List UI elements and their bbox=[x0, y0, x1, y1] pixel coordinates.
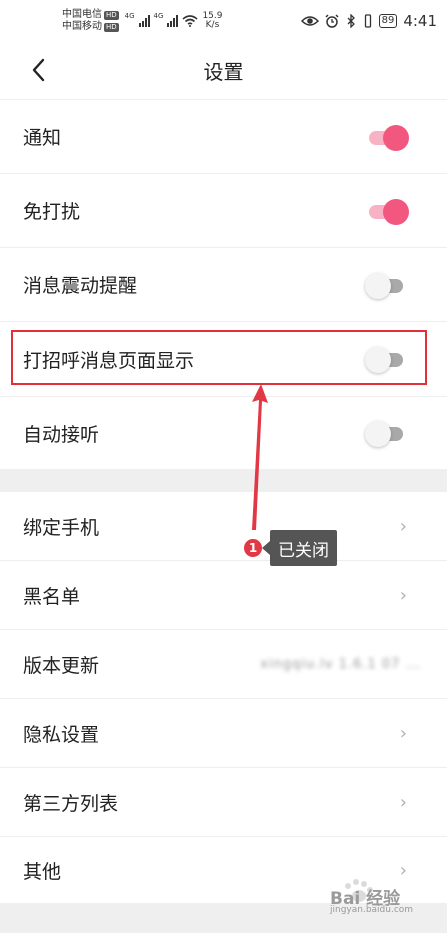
step-badge: 1 bbox=[243, 538, 263, 558]
signal-1-icon bbox=[138, 15, 150, 27]
setting-label: 黑名单 bbox=[23, 585, 81, 608]
setting-row-auto-answer[interactable]: 自动接听 bbox=[0, 396, 447, 469]
alarm-icon bbox=[325, 14, 339, 28]
signal-2-icon bbox=[167, 15, 179, 27]
eye-icon bbox=[300, 16, 319, 26]
carrier-1-label: 中国电信 bbox=[62, 9, 102, 20]
clock-time: 4:41 bbox=[403, 12, 437, 30]
annotation-callout: 已关闭 bbox=[262, 530, 337, 566]
chevron-right-icon: › bbox=[399, 515, 407, 537]
back-arrow-icon[interactable] bbox=[26, 56, 54, 84]
carrier-info: 中国电信 HD 中国移动 HD bbox=[62, 9, 119, 33]
do-not-disturb-toggle[interactable] bbox=[367, 198, 409, 225]
setting-label: 其他 bbox=[23, 860, 62, 883]
wifi-icon bbox=[182, 15, 198, 27]
carrier-2-label: 中国移动 bbox=[62, 21, 102, 32]
setting-row-blacklist[interactable]: 黑名单 › bbox=[0, 560, 447, 629]
signal-indicators: 4G 4G 15.9 K/s bbox=[125, 12, 301, 30]
setting-row-vibration[interactable]: 消息震动提醒 bbox=[0, 247, 447, 321]
highlight-box bbox=[11, 330, 427, 385]
setting-label: 自动接听 bbox=[23, 423, 100, 446]
setting-row-privacy[interactable]: 隐私设置 › bbox=[0, 698, 447, 767]
auto-answer-toggle[interactable] bbox=[365, 421, 407, 447]
page-title: 设置 bbox=[203, 59, 244, 84]
setting-label: 通知 bbox=[23, 127, 62, 149]
setting-row-third-party[interactable]: 第三方列表 › bbox=[0, 767, 447, 836]
setting-label: 消息震动提醒 bbox=[23, 275, 138, 297]
chevron-right-icon: › bbox=[399, 722, 407, 744]
section-divider bbox=[0, 469, 447, 491]
setting-label: 隐私设置 bbox=[23, 723, 100, 746]
setting-row-notification[interactable]: 通知 bbox=[0, 99, 447, 173]
setting-label: 绑定手机 bbox=[23, 516, 100, 539]
network-1-label: 4G bbox=[124, 12, 135, 20]
setting-row-bind-phone[interactable]: 绑定手机 › bbox=[0, 491, 447, 560]
status-bar: 中国电信 HD 中国移动 HD 4G 4G 15.9 K/s 89 4:41 bbox=[0, 0, 447, 42]
notification-toggle[interactable] bbox=[367, 124, 409, 151]
speed-unit: K/s bbox=[205, 20, 220, 30]
setting-row-do-not-disturb[interactable]: 免打扰 bbox=[0, 173, 447, 247]
bluetooth-icon bbox=[347, 14, 355, 28]
version-value: xingqiu.lv 1.6.1 07 ... bbox=[260, 656, 421, 672]
setting-row-version-update[interactable]: 版本更新 xingqiu.lv 1.6.1 07 ... bbox=[0, 629, 447, 698]
setting-label: 版本更新 bbox=[23, 654, 100, 677]
hd-badge-2: HD bbox=[104, 22, 119, 32]
network-2-label: 4G bbox=[153, 12, 164, 20]
system-icons: 89 4:41 bbox=[300, 12, 437, 30]
hd-badge-1: HD bbox=[104, 10, 119, 20]
vibrate-icon bbox=[364, 14, 371, 28]
network-speed: 15.9 K/s bbox=[202, 12, 222, 30]
vibration-toggle[interactable] bbox=[365, 272, 407, 299]
setting-label: 免打扰 bbox=[23, 201, 81, 223]
nav-bar: 设置 bbox=[0, 42, 447, 98]
watermark-url: jingyan.baidu.com bbox=[330, 905, 414, 915]
chevron-right-icon: › bbox=[399, 791, 407, 813]
battery-level: 89 bbox=[378, 14, 398, 28]
setting-label: 第三方列表 bbox=[23, 792, 119, 815]
chevron-right-icon: › bbox=[399, 584, 407, 606]
